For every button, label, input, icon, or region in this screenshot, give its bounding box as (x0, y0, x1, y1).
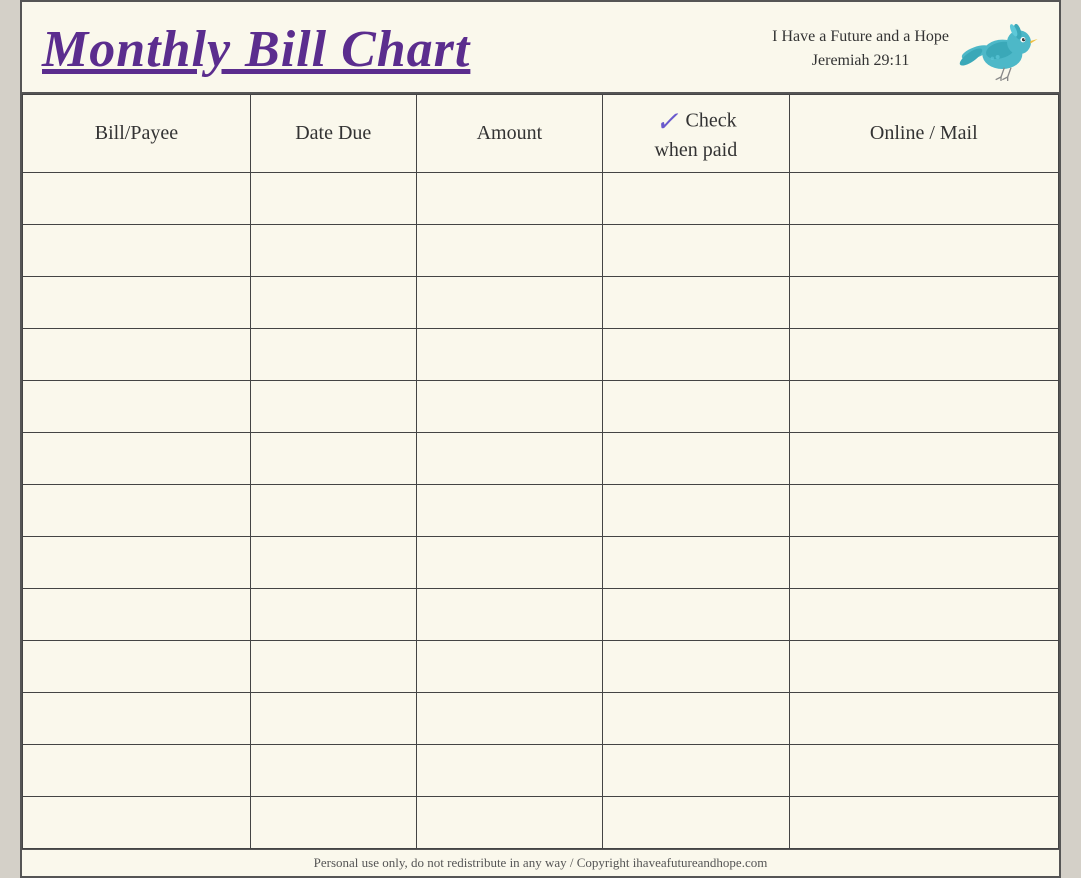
table-cell (250, 277, 416, 329)
table-row (23, 693, 1059, 745)
table-cell (23, 745, 251, 797)
table-cell (789, 745, 1058, 797)
table-cell (603, 277, 789, 329)
table-cell (250, 537, 416, 589)
check-symbol: ✓ (655, 107, 678, 138)
table-row (23, 173, 1059, 225)
table-cell (416, 433, 602, 485)
table-cell (416, 745, 602, 797)
table-cell (603, 381, 789, 433)
footer: Personal use only, do not redistribute i… (22, 849, 1059, 876)
table-cell (416, 173, 602, 225)
table-cell (789, 693, 1058, 745)
table-row (23, 433, 1059, 485)
table-cell (603, 745, 789, 797)
col-header-amount: Amount (416, 95, 602, 173)
check-label-prefix: Check (686, 110, 737, 132)
table-row (23, 329, 1059, 381)
table-cell (250, 797, 416, 849)
table-cell (416, 641, 602, 693)
table-cell (416, 485, 602, 537)
table-area: Bill/Payee Date Due Amount ✓ Check when … (22, 94, 1059, 849)
table-cell (23, 433, 251, 485)
table-cell (789, 797, 1058, 849)
table-cell (789, 589, 1058, 641)
col-header-bill: Bill/Payee (23, 95, 251, 173)
table-cell (23, 277, 251, 329)
table-cell (250, 173, 416, 225)
table-cell (416, 329, 602, 381)
table-cell (416, 797, 602, 849)
tagline-area: I Have a Future and a Hope Jeremiah 29:1… (772, 14, 1039, 84)
table-cell (603, 485, 789, 537)
table-cell (23, 589, 251, 641)
table-row (23, 225, 1059, 277)
table-cell (603, 641, 789, 693)
table-cell (789, 173, 1058, 225)
table-row (23, 745, 1059, 797)
table-cell (23, 329, 251, 381)
check-label: when paid (654, 139, 737, 161)
table-cell (23, 225, 251, 277)
table-cell (23, 641, 251, 693)
table-cell (603, 225, 789, 277)
table-cell (23, 381, 251, 433)
tagline-text: I Have a Future and a Hope Jeremiah 29:1… (772, 25, 949, 73)
table-cell (603, 797, 789, 849)
footer-text: Personal use only, do not redistribute i… (314, 855, 768, 870)
header: Monthly Bill Chart I Have a Future and a… (22, 2, 1059, 94)
col-header-online: Online / Mail (789, 95, 1058, 173)
table-cell (416, 693, 602, 745)
table-cell (603, 433, 789, 485)
table-cell (416, 537, 602, 589)
table-cell (416, 225, 602, 277)
table-cell (250, 641, 416, 693)
bill-chart-table: Bill/Payee Date Due Amount ✓ Check when … (22, 94, 1059, 849)
page: Monthly Bill Chart I Have a Future and a… (20, 0, 1061, 878)
table-cell (23, 537, 251, 589)
table-cell (416, 277, 602, 329)
table-row (23, 589, 1059, 641)
tagline-line1: I Have a Future and a Hope (772, 25, 949, 49)
table-cell (250, 225, 416, 277)
col-header-date: Date Due (250, 95, 416, 173)
table-cell (789, 329, 1058, 381)
table-cell (603, 537, 789, 589)
table-cell (23, 797, 251, 849)
table-cell (603, 329, 789, 381)
table-cell (789, 641, 1058, 693)
table-cell (250, 693, 416, 745)
table-row (23, 641, 1059, 693)
table-cell (789, 277, 1058, 329)
table-cell (23, 485, 251, 537)
table-cell (789, 537, 1058, 589)
table-cell (603, 589, 789, 641)
col-header-check: ✓ Check when paid (603, 95, 789, 173)
table-cell (603, 693, 789, 745)
table-cell (416, 381, 602, 433)
table-row (23, 537, 1059, 589)
table-cell (250, 433, 416, 485)
table-row (23, 381, 1059, 433)
table-cell (789, 225, 1058, 277)
table-cell (250, 485, 416, 537)
page-title: Monthly Bill Chart (42, 20, 470, 79)
table-cell (789, 433, 1058, 485)
table-cell (789, 485, 1058, 537)
table-cell (250, 589, 416, 641)
table-cell (416, 589, 602, 641)
table-cell (250, 745, 416, 797)
bird-icon (959, 14, 1039, 84)
table-row (23, 277, 1059, 329)
table-cell (603, 173, 789, 225)
table-cell (250, 329, 416, 381)
table-cell (789, 381, 1058, 433)
table-cell (250, 381, 416, 433)
tagline-line2: Jeremiah 29:11 (772, 49, 949, 73)
table-cell (23, 693, 251, 745)
table-cell (23, 173, 251, 225)
table-row (23, 485, 1059, 537)
table-row (23, 797, 1059, 849)
